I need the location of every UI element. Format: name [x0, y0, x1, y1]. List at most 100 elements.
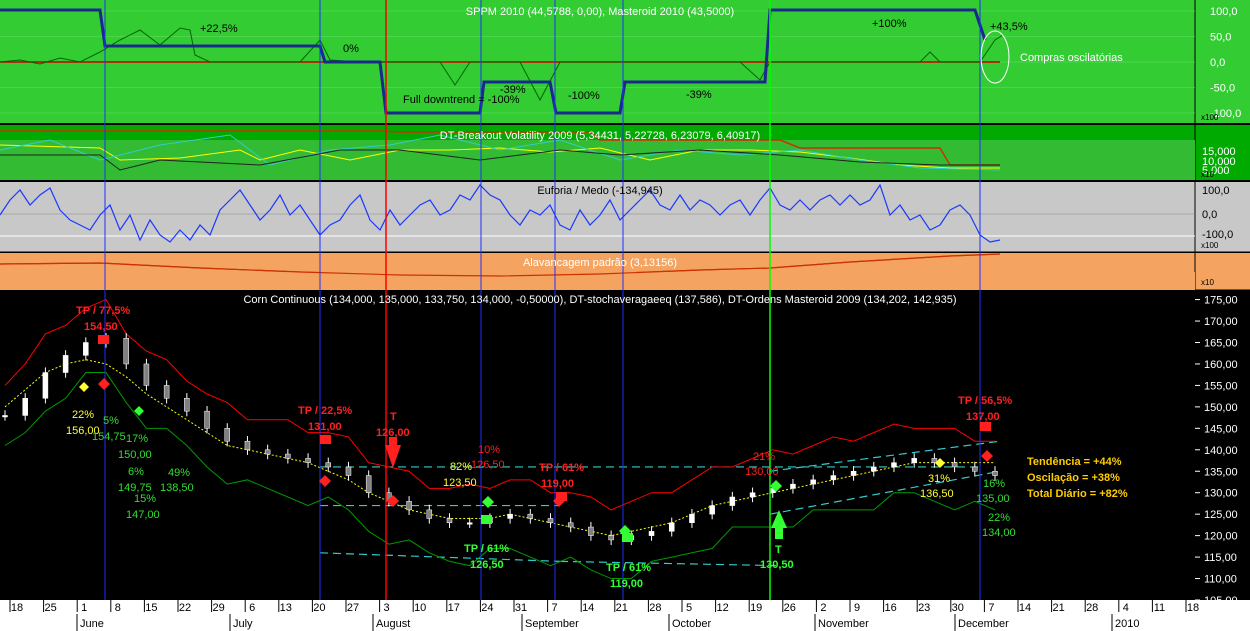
x-day-label: 21	[616, 602, 628, 614]
lbl-16pct: 16%	[983, 478, 1005, 490]
candle-body	[406, 501, 412, 511]
candle-body	[2, 415, 8, 418]
candle-body	[992, 471, 998, 476]
euforia-tick-label: -100,0	[1202, 229, 1233, 241]
ann-plus100: +100%	[872, 18, 907, 30]
lbl-12650r: 126,50	[471, 459, 505, 471]
x-day-label: 11	[1154, 602, 1165, 614]
candle-body	[668, 522, 675, 532]
x-day-label: 24	[481, 602, 493, 614]
candle-body	[588, 526, 594, 536]
x-month-label: June	[80, 618, 104, 630]
lbl-22pct: 22%	[72, 409, 94, 421]
candle-body	[83, 342, 89, 356]
lbl-49pct: 49%	[168, 467, 190, 479]
lbl-11900a: 119,00	[541, 478, 574, 490]
candle-body	[325, 462, 332, 468]
main-tick-label: 120,00	[1204, 531, 1238, 543]
main-tick-label: 165,00	[1204, 338, 1238, 350]
main-tick-label: 125,00	[1204, 509, 1238, 521]
x-day-label: 19	[750, 602, 762, 614]
ann-plus43-5: +43,5%	[990, 21, 1028, 33]
lbl-tp61a: TP / 61%	[539, 462, 584, 474]
candle-body	[123, 337, 129, 365]
main-tick-label: 160,00	[1204, 359, 1238, 371]
summary-oscilacao: Oscilação = +38%	[1027, 472, 1120, 484]
euforia-title: Euforia / Medo (-134,945)	[537, 185, 662, 197]
candle-body	[42, 372, 49, 399]
candle-body	[204, 410, 210, 429]
x-day-label: 25	[44, 602, 56, 614]
ann-minus39-a: -39%	[500, 84, 526, 96]
main-title: Corn Continuous (134,000, 135,000, 133,7…	[243, 294, 956, 306]
main-tick-label: 175,00	[1204, 295, 1238, 307]
euforia-scale-label: x100	[1201, 241, 1219, 250]
x-day-label: 14	[582, 602, 594, 614]
ann-compras: Compras oscilatórias	[1020, 52, 1123, 64]
lbl-tp61b: TP / 61%	[464, 543, 509, 555]
lbl-t1: T	[390, 411, 397, 423]
lbl-22pct-b: 22%	[988, 512, 1010, 524]
x-day-label: 5	[686, 602, 692, 614]
x-month-label: August	[376, 618, 410, 630]
candle-body	[345, 466, 352, 476]
lbl-15450: 154,50	[84, 321, 118, 333]
candle-body	[426, 509, 433, 519]
x-day-label: 27	[347, 602, 359, 614]
x-day-label: 10	[414, 602, 426, 614]
x-day-label: 20	[313, 602, 325, 614]
x-day-label: 7	[552, 602, 558, 614]
x-day-label: 18	[11, 602, 23, 614]
candle-body	[466, 522, 473, 525]
x-day-label: 3	[384, 602, 390, 614]
candle-body	[790, 483, 796, 489]
lbl-12350: 123,50	[443, 477, 477, 489]
candle-body	[305, 458, 311, 463]
x-day-label: 21	[1052, 602, 1064, 614]
x-day-label: 9	[854, 602, 860, 614]
x-day-label: 23	[918, 602, 930, 614]
lbl-31pct: 31%	[928, 473, 950, 485]
sppm-title: SPPM 2010 (44,5788, 0,00), Masteroid 201…	[466, 6, 734, 18]
lbl-5pct: 5%	[103, 415, 119, 427]
lbl-15000: 150,00	[118, 449, 152, 461]
candle-body	[972, 466, 978, 472]
sppm-tick-label: 50,0	[1210, 32, 1231, 44]
lbl-12650g: 126,50	[470, 559, 504, 571]
lbl-t2: T	[775, 544, 782, 556]
x-month-label: December	[958, 618, 1009, 630]
lbl-13700: 137,00	[966, 411, 1000, 423]
candle-body	[911, 458, 917, 463]
main-tick-label: 115,00	[1204, 552, 1237, 564]
lbl-15pct: 15%	[134, 493, 156, 505]
candle-body	[871, 466, 877, 472]
ann-22-5: +22,5%	[200, 23, 238, 35]
lbl-15475: 154,75	[92, 431, 126, 443]
x-day-label: 2	[820, 602, 826, 614]
x-day-label: 14	[1019, 602, 1031, 614]
lbl-17pct: 17%	[126, 433, 148, 445]
main-tick-label: 140,00	[1204, 445, 1238, 457]
x-day-label: 6	[249, 602, 255, 614]
main-tick-label: 155,00	[1204, 380, 1238, 392]
main-tick-label: 135,00	[1204, 466, 1238, 478]
candle-body	[567, 522, 574, 528]
x-day-label: 16	[884, 602, 896, 614]
lbl-21pct: 21%	[753, 451, 775, 463]
lbl-13650: 136,50	[920, 488, 954, 500]
candle-body	[507, 513, 513, 519]
lbl-14700: 147,00	[126, 509, 160, 521]
candle-body	[830, 475, 837, 481]
main-tick-label: 150,00	[1204, 402, 1238, 414]
lbl-13500: 135,00	[976, 493, 1010, 505]
lbl-13400: 134,00	[982, 527, 1016, 539]
candle-body	[810, 479, 816, 485]
x-day-label: 7	[988, 602, 994, 614]
candle-body	[608, 535, 614, 541]
x-day-label: 17	[448, 602, 460, 614]
lbl-82pct: 82%	[450, 461, 472, 473]
x-month-label: September	[525, 618, 579, 630]
candle-body	[527, 513, 534, 519]
exit-flag-1	[98, 335, 109, 344]
candle-body	[365, 475, 372, 493]
